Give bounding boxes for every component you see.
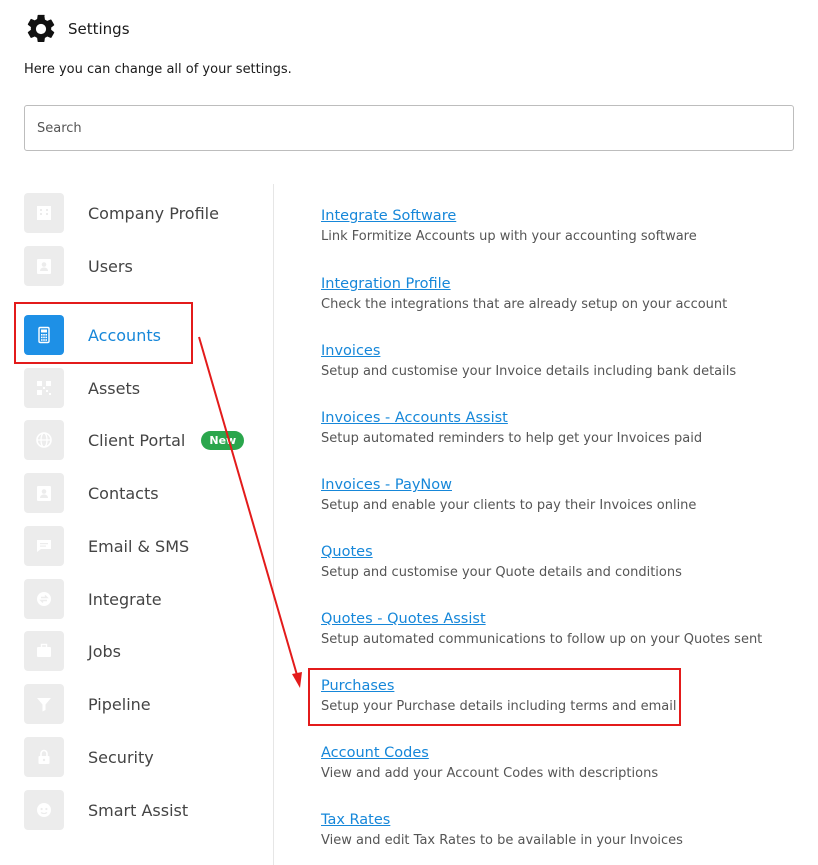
search-input[interactable]: [24, 105, 794, 151]
quotes-link[interactable]: Quotes: [321, 544, 682, 560]
sidebar-item-label: Assets: [88, 378, 141, 398]
list-item-description: Setup and customise your Invoice details…: [321, 364, 737, 379]
lock-icon: [24, 737, 64, 777]
building-icon: [24, 193, 64, 233]
list-item-description: Check the integrations that are already …: [321, 297, 728, 312]
sidebar-item-security[interactable]: Security: [24, 736, 154, 778]
list-item: Integrate Software Link Formitize Accoun…: [321, 208, 697, 244]
sidebar-item-label: Users: [88, 256, 133, 276]
chat-icon: [24, 526, 64, 566]
sidebar-item-label: Email & SMS: [88, 536, 190, 556]
qr-code-icon: [24, 368, 64, 408]
list-item: Invoices Setup and customise your Invoic…: [321, 343, 736, 379]
page-subtitle: Here you can change all of your settings…: [24, 62, 292, 77]
accounts-highlight-box: [14, 302, 193, 364]
integrate-icon: [24, 579, 64, 619]
list-item-description: Setup and customise your Quote details a…: [321, 565, 682, 580]
sidebar-item-contacts[interactable]: Contacts: [24, 472, 159, 514]
smart-assist-icon: [24, 790, 64, 830]
purchases-highlight-box: [308, 668, 681, 726]
sidebar-item-integrate[interactable]: Integrate: [24, 578, 162, 620]
invoices-link[interactable]: Invoices: [321, 343, 736, 359]
list-item-description: Setup automated communications to follow…: [321, 632, 763, 647]
list-item: Invoices - Accounts Assist Setup automat…: [321, 410, 702, 446]
invoices-accounts-assist-link[interactable]: Invoices - Accounts Assist: [321, 410, 702, 426]
sidebar-item-users[interactable]: Users: [24, 245, 133, 287]
sidebar-item-label: Contacts: [88, 483, 159, 503]
sidebar-item-smart-assist[interactable]: Smart Assist: [24, 789, 188, 831]
tax-rates-link[interactable]: Tax Rates: [321, 812, 683, 828]
new-badge: New: [201, 430, 245, 450]
list-item: Integration Profile Check the integratio…: [321, 276, 727, 312]
sidebar-item-label: Client Portal: [88, 430, 186, 450]
list-item: Quotes Setup and customise your Quote de…: [321, 544, 682, 580]
list-item-description: View and add your Account Codes with des…: [321, 766, 659, 781]
user-card-icon: [24, 246, 64, 286]
sidebar-item-jobs[interactable]: Jobs: [24, 630, 121, 672]
sidebar-item-pipeline[interactable]: Pipeline: [24, 683, 151, 725]
sidebar-item-label: Smart Assist: [88, 800, 189, 820]
list-item: Invoices - PayNow Setup and enable your …: [321, 477, 696, 513]
sidebar-item-label: Integrate: [88, 589, 162, 609]
column-divider: [273, 184, 274, 865]
settings-header: Settings: [24, 12, 130, 46]
quotes-quotes-assist-link[interactable]: Quotes - Quotes Assist: [321, 611, 762, 627]
list-item-description: Setup automated reminders to help get yo…: [321, 431, 703, 446]
gear-icon: [27, 14, 55, 43]
globe-icon: [24, 420, 64, 460]
sidebar-item-client-portal[interactable]: Client Portal New: [24, 419, 245, 461]
sidebar-item-label: Jobs: [88, 641, 121, 661]
account-codes-link[interactable]: Account Codes: [321, 745, 658, 761]
list-item-description: View and edit Tax Rates to be available …: [321, 833, 683, 848]
sidebar-item-assets[interactable]: Assets: [24, 367, 140, 409]
sidebar-item-label: Security: [88, 747, 154, 767]
sidebar-item-company-profile[interactable]: Company Profile: [24, 192, 219, 234]
list-item: Quotes - Quotes Assist Setup automated c…: [321, 611, 762, 647]
contact-card-icon: [24, 473, 64, 513]
sidebar-item-email-sms[interactable]: Email & SMS: [24, 525, 189, 567]
invoices-paynow-link[interactable]: Invoices - PayNow: [321, 477, 696, 493]
briefcase-icon: [24, 631, 64, 671]
sidebar-item-label: Company Profile: [88, 203, 219, 223]
list-item-description: Link Formitize Accounts up with your acc…: [321, 229, 697, 244]
page-title: Settings: [68, 20, 130, 38]
list-item-description: Setup and enable your clients to pay the…: [321, 498, 697, 513]
integration-profile-link[interactable]: Integration Profile: [321, 276, 727, 292]
integrate-software-link[interactable]: Integrate Software: [321, 208, 697, 224]
list-item: Account Codes View and add your Account …: [321, 745, 658, 781]
sidebar-item-label: Pipeline: [88, 694, 151, 714]
funnel-icon: [24, 684, 64, 724]
list-item: Tax Rates View and edit Tax Rates to be …: [321, 812, 683, 848]
